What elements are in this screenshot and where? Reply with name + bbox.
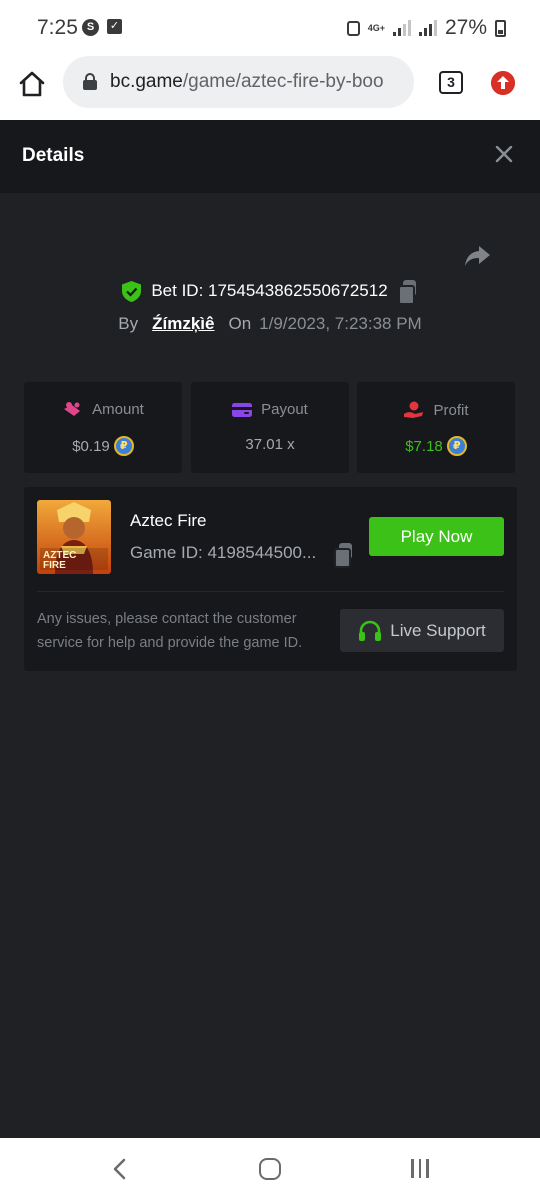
signal-icon-2 <box>418 20 437 36</box>
wallet-icon <box>232 402 253 417</box>
coin-icon: ₽ <box>113 436 134 456</box>
tab-switcher-button[interactable]: 3 <box>439 71 463 94</box>
thumb-text-2: FIRE <box>43 560 66 571</box>
headset-icon <box>359 620 382 641</box>
checkbox-notification-icon: ✓ <box>107 19 122 34</box>
android-nav-bar <box>0 1138 540 1200</box>
game-id: Game ID: 4198544500... <box>130 543 317 562</box>
copy-game-id-icon[interactable] <box>334 543 354 568</box>
payout-label: Payout <box>261 401 308 418</box>
coin-icon: ₽ <box>446 436 467 456</box>
amount-value: $0.19 <box>72 437 110 455</box>
aztec-fire-artwork: AZTEC FIRE <box>37 500 111 574</box>
signal-icon <box>392 20 411 36</box>
url-path: /game/aztec-fire-by-boo <box>182 71 384 92</box>
divider <box>37 591 504 592</box>
profit-icon <box>404 401 424 418</box>
home-icon[interactable] <box>16 68 48 100</box>
copy-bet-id-icon[interactable] <box>397 280 418 305</box>
by-label: By <box>118 314 139 333</box>
game-thumbnail[interactable]: AZTEC FIRE <box>37 500 111 574</box>
home-nav-icon[interactable] <box>259 1158 281 1180</box>
profit-card: Profit $7.18 ₽ <box>357 382 515 473</box>
address-bar[interactable]: bc.game/game/aztec-fire-by-boo <box>63 56 414 108</box>
network-type: 4G+ <box>367 22 385 33</box>
game-card: AZTEC FIRE Aztec Fire Game ID: 419854450… <box>24 487 517 671</box>
bet-id-row: Bet ID: 1754543862550672512 <box>0 280 540 305</box>
payout-value: 37.01 x <box>245 436 295 453</box>
lock-icon <box>83 73 97 90</box>
update-icon[interactable] <box>491 71 515 95</box>
payout-card: Payout 37.01 x <box>191 382 349 473</box>
profit-label: Profit <box>433 401 469 419</box>
close-icon[interactable] <box>494 144 514 164</box>
back-icon[interactable] <box>110 1158 130 1180</box>
play-now-button[interactable]: Play Now <box>369 517 504 556</box>
modal-title: Details <box>22 145 85 166</box>
recent-apps-icon[interactable] <box>411 1159 429 1178</box>
profit-value: $7.18 <box>405 437 443 455</box>
recycle-icon <box>346 20 360 36</box>
status-bar: 7:25 S ✓ 4G+ 27% <box>0 0 540 56</box>
live-support-button[interactable]: Live Support <box>340 609 504 652</box>
bet-author-row: By Źímzķìê On 1/9/2023, 7:23:38 PM <box>0 314 540 334</box>
bet-datetime: 1/9/2023, 7:23:38 PM <box>259 314 422 333</box>
on-label: On <box>228 314 252 333</box>
verified-shield-icon <box>122 280 142 302</box>
game-title: Aztec Fire <box>130 511 207 530</box>
amount-label: Amount <box>92 401 144 418</box>
status-indicators: 4G+ 27% <box>346 16 506 40</box>
modal-header: Details <box>0 120 540 193</box>
amount-card: Amount $0.19 ₽ <box>24 382 182 473</box>
live-support-label: Live Support <box>390 620 486 640</box>
support-notice: Any issues, please contact the customer … <box>37 611 303 651</box>
username-link[interactable]: Źímzķìê <box>152 314 214 334</box>
amount-icon <box>64 402 81 416</box>
bet-id: Bet ID: 1754543862550672512 <box>151 281 388 300</box>
url-text: bc.game/game/aztec-fire-by-boo <box>110 71 410 93</box>
battery-icon <box>495 19 506 37</box>
browser-toolbar: bc.game/game/aztec-fire-by-boo 3 <box>0 56 540 120</box>
app-notification-icon: S <box>82 19 99 36</box>
status-time: 7:25 <box>37 16 78 39</box>
url-host: bc.game <box>110 71 183 92</box>
share-icon[interactable] <box>463 244 491 268</box>
battery-percent: 27% <box>444 16 487 39</box>
